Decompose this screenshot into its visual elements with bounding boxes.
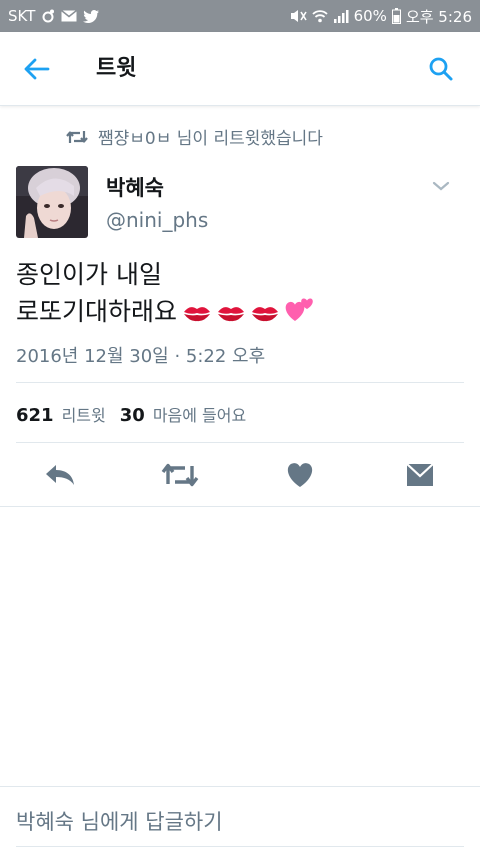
avatar[interactable] (16, 166, 88, 238)
tweet-stats: 621 리트윗 30 마음에 들어요 (16, 402, 260, 426)
battery-percent: 60% (353, 7, 387, 25)
retweet-icon (161, 463, 199, 487)
tweet-timestamp: 2016년 12월 30일 · 5:22 오후 (16, 346, 266, 367)
author-handle[interactable]: @nini_phs (106, 208, 208, 232)
tweet-line-1: 종인이가 내일 (16, 260, 162, 289)
retweet-icon (66, 130, 88, 143)
like-count[interactable]: 30 (120, 405, 145, 426)
author-name[interactable]: 박혜숙 (106, 172, 164, 202)
retweet-context[interactable]: 쨈쟝ㅂ0ㅂ 님이 리트윗했습니다 (66, 124, 323, 149)
chevron-down-icon (432, 181, 450, 191)
mute-icon (289, 9, 307, 23)
page-title: 트윗 (96, 56, 137, 81)
retweet-count[interactable]: 621 (16, 405, 54, 426)
search-icon (429, 57, 453, 81)
tweet-actions (0, 455, 480, 497)
clock: 오후 5:26 (405, 7, 472, 26)
kiss-mark-icon (183, 296, 211, 333)
carrier-label: SKT (8, 7, 36, 25)
retweet-context-text: 쨈쟝ㅂ0ㅂ 님이 리트윗했습니다 (98, 129, 323, 149)
wifi-icon (311, 9, 328, 23)
tweet-text: 종인이가 내일 로또기대하래요 (16, 256, 456, 333)
divider (16, 442, 464, 443)
reply-button[interactable] (40, 455, 80, 495)
twitter-bird-icon (83, 9, 100, 23)
divider (16, 382, 464, 383)
reply-input-underline (16, 846, 464, 847)
divider (0, 506, 480, 507)
kiss-mark-icon (251, 296, 279, 333)
status-left: SKT (8, 7, 100, 25)
divider (0, 786, 480, 787)
reply-input[interactable]: 박혜숙 님에게 답글하기 (16, 802, 464, 842)
reply-icon (46, 465, 74, 485)
like-button[interactable] (280, 455, 320, 495)
arrow-left-icon (24, 58, 50, 80)
app-header: 트윗 (0, 32, 480, 106)
tweet-line-2-text: 로또기대하래요 (16, 297, 178, 326)
retweet-label[interactable]: 리트윗 (62, 402, 106, 426)
battery-icon (391, 8, 401, 24)
mail-icon (61, 10, 78, 22)
direct-message-button[interactable] (400, 455, 440, 495)
search-button[interactable] (426, 54, 456, 84)
two-hearts-icon (285, 295, 315, 333)
signal-icon (333, 9, 349, 23)
back-button[interactable] (22, 54, 52, 84)
tweet-line-2: 로또기대하래요 (16, 293, 456, 333)
retweet-button[interactable] (160, 455, 200, 495)
status-right: 60% 오후 5:26 (289, 6, 472, 27)
status-bar: SKT 60% 오후 5:26 (0, 0, 480, 32)
kiss-mark-icon (217, 296, 245, 333)
tweet-menu-button[interactable] (430, 178, 452, 194)
envelope-icon (406, 463, 434, 486)
like-label[interactable]: 마음에 들어요 (153, 402, 246, 426)
sync-icon (41, 9, 55, 23)
heart-icon (287, 463, 313, 487)
